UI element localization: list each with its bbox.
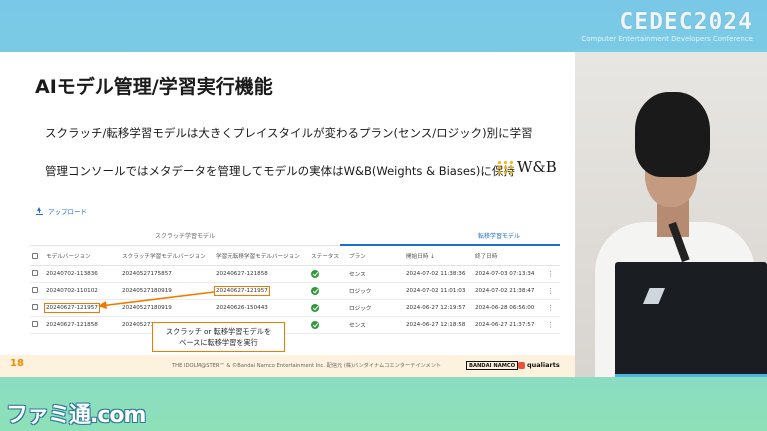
callout-arrow: [98, 291, 215, 309]
cedec-logo-subtitle: Computer Entertainment Developers Confer…: [581, 35, 753, 43]
famitsu-watermark: ファミ通.com: [6, 403, 146, 428]
laptop: [615, 262, 767, 377]
callout-line-1: スクラッチ or 転移学習モデルを: [165, 327, 272, 336]
presentation-slide: AIモデル管理/学習実行機能 スクラッチ/転移学習モデルは大きくプレイスタイルが…: [0, 52, 575, 377]
page-number: 18: [10, 358, 24, 369]
laptop-logo-icon: [643, 288, 665, 304]
speaker-video: [575, 52, 767, 377]
slide-footer: 18 THE IDOLM@STER™ & ©Bandai Namco Enter…: [0, 355, 575, 377]
laptop-edge: [615, 374, 767, 377]
speaker-hair: [635, 92, 710, 177]
cedec-logo-title: CEDEC2024: [619, 9, 753, 35]
callout-box: スクラッチ or 転移学習モデルを ベースに転移学習を実行: [152, 322, 285, 352]
bandai-namco-logo: BANDAI NAMCO: [466, 361, 519, 370]
qualiarts-logo: qualiarts: [518, 361, 560, 369]
cedec-logo: CEDEC2024 Computer Entertainment Develop…: [553, 10, 753, 43]
callout-line-2: ベースに転移学習を実行: [179, 338, 258, 347]
copyright-text: THE IDOLM@STER™ & ©Bandai Namco Entertai…: [172, 363, 442, 369]
